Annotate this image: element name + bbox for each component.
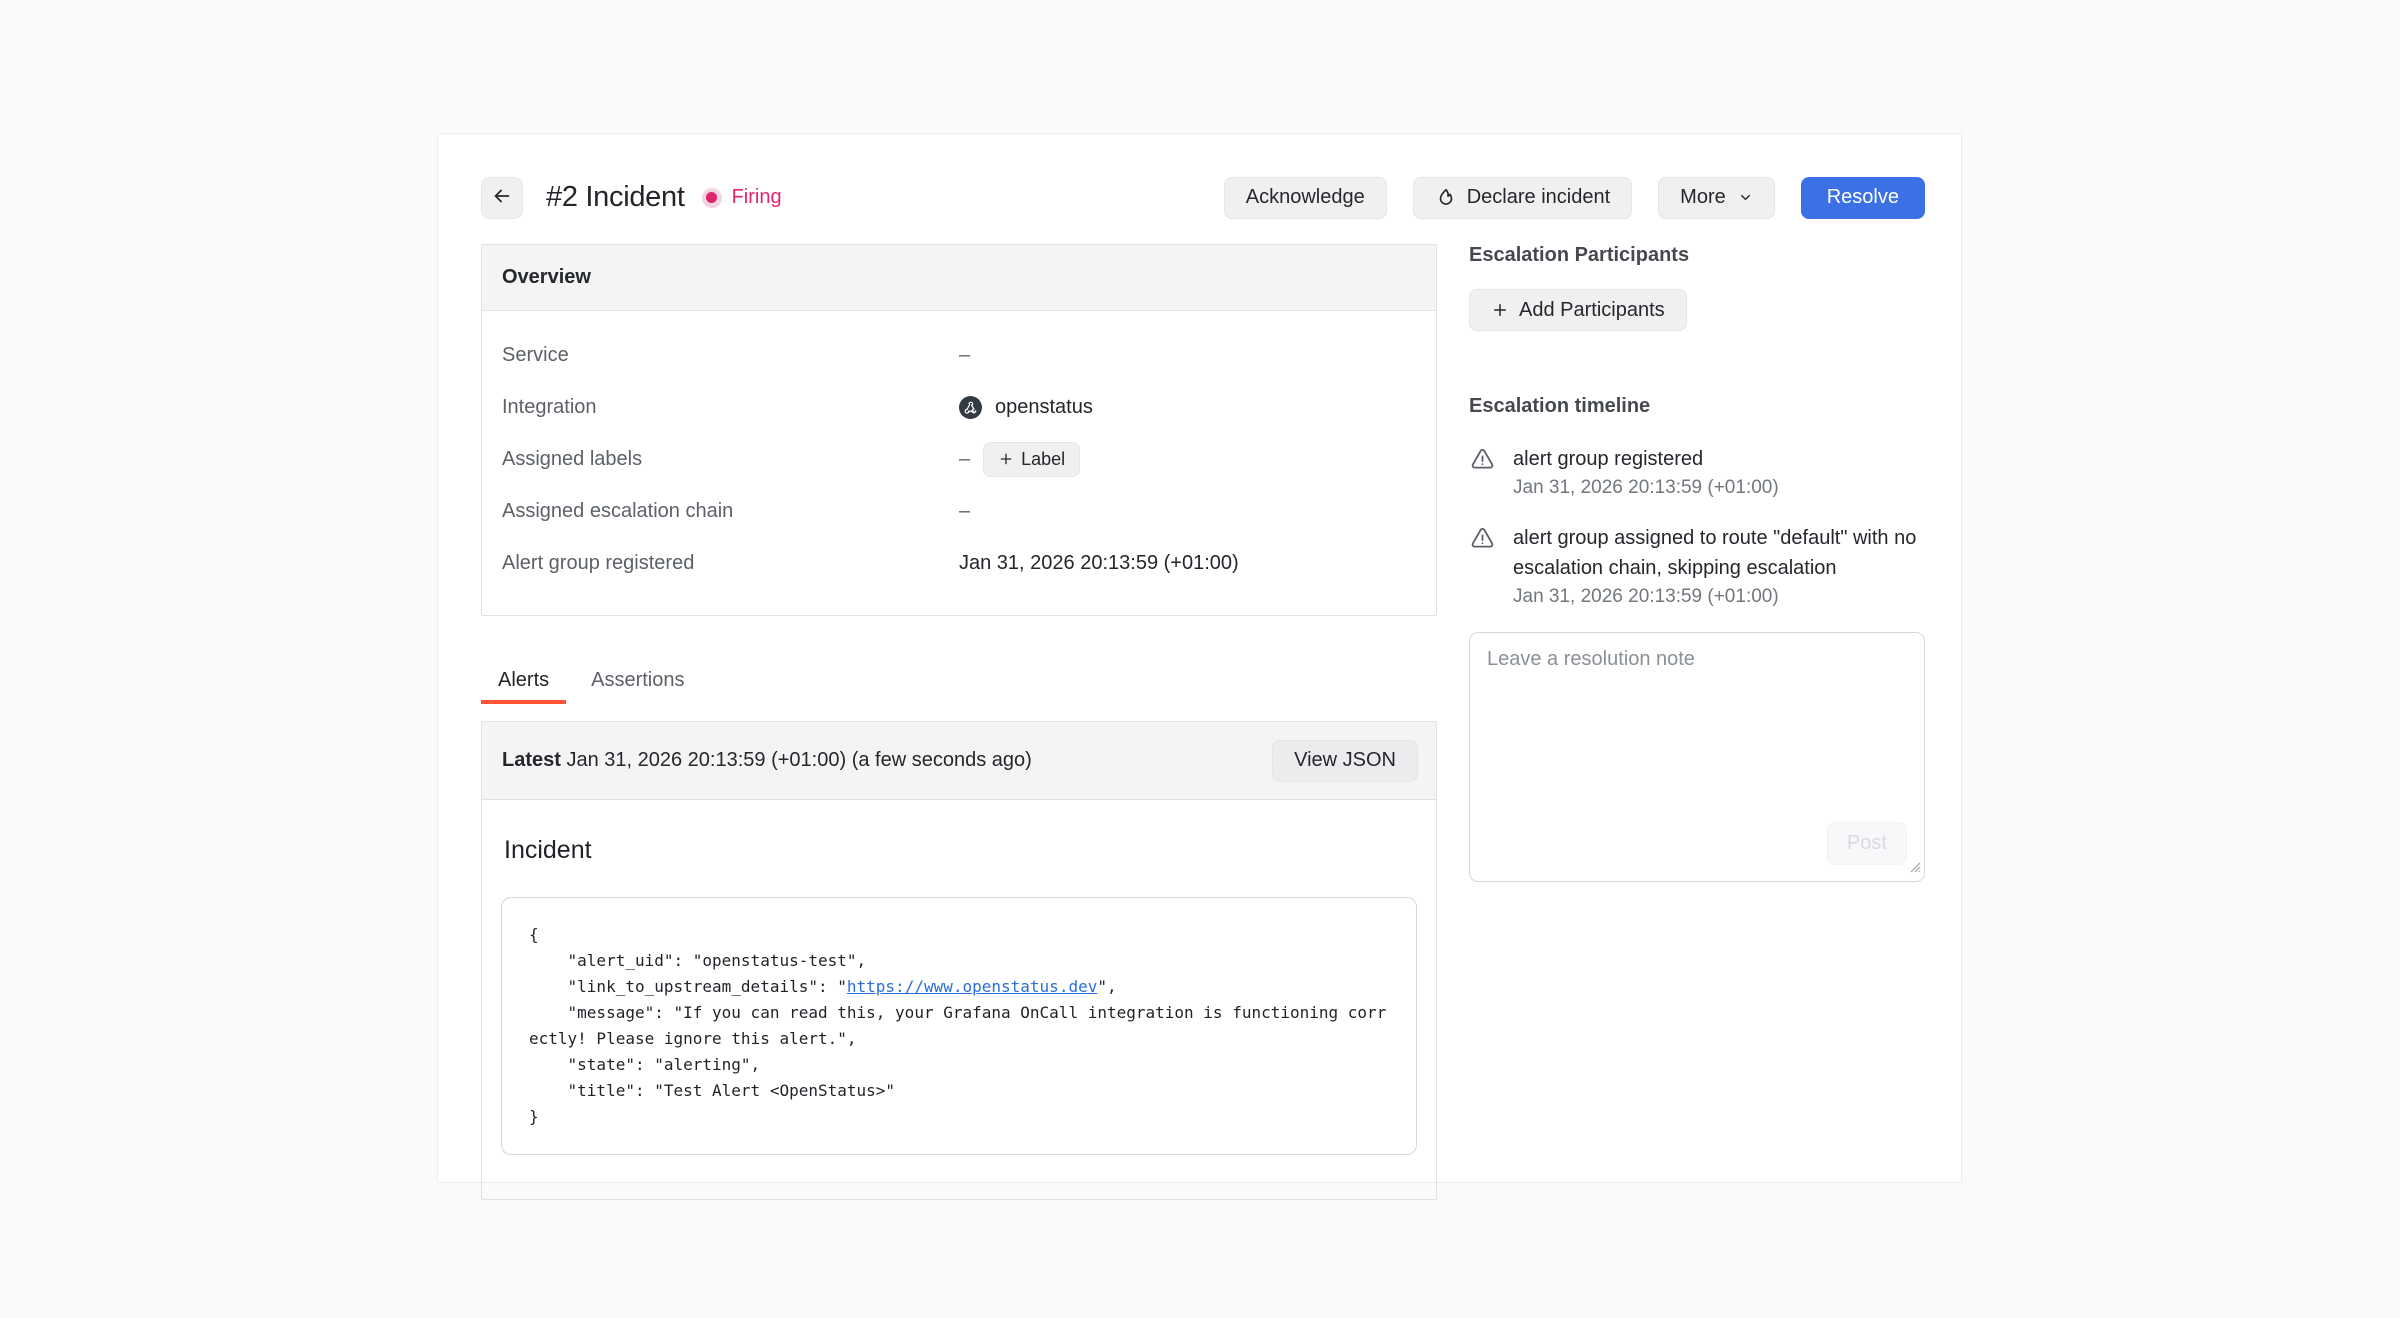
timeline-item: alert group assigned to route "default" … (1469, 523, 1925, 608)
row-label: Alert group registered (502, 552, 959, 575)
timeline-item-text: alert group assigned to route "default" … (1513, 523, 1925, 583)
chevron-down-icon (1738, 190, 1753, 205)
status-badge: Firing (702, 186, 782, 209)
post-note-button[interactable]: Post (1827, 822, 1907, 865)
firing-dot-icon (702, 188, 722, 208)
row-value: – (959, 500, 970, 523)
row-value: – (959, 448, 970, 471)
payload-line: "message": "If you can read this, your G… (529, 1000, 1389, 1052)
timeline-item-text: alert group registered (1513, 444, 1779, 474)
overview-row-integration: Integration openstatus (502, 381, 1416, 433)
overview-row-escalation-chain: Assigned escalation chain – (502, 485, 1416, 537)
participants-title: Escalation Participants (1469, 244, 1925, 267)
warning-triangle-icon (1469, 446, 1496, 499)
payload-line: "title": "Test Alert <OpenStatus>" (529, 1078, 1389, 1104)
integration-name: openstatus (995, 396, 1093, 419)
row-label: Integration (502, 396, 959, 419)
page-header: #2 Incident Firing Acknowledge Declare i… (481, 176, 1925, 219)
latest-alert-card: Latest Jan 31, 2026 20:13:59 (+01:00) (a… (481, 721, 1437, 1200)
timeline-item-time: Jan 31, 2026 20:13:59 (+01:00) (1513, 477, 1779, 499)
webhook-icon (959, 396, 982, 419)
header-actions: Acknowledge Declare incident More Resolv… (1224, 177, 1925, 219)
row-value: – (959, 344, 970, 367)
add-label-button[interactable]: Label (983, 442, 1080, 477)
payload-line: "state": "alerting", (529, 1052, 1389, 1078)
escalation-sidebar: Escalation Participants Add Participants… (1469, 244, 1925, 1200)
overview-row-assigned-labels: Assigned labels – Label (502, 433, 1416, 485)
plus-icon (998, 451, 1014, 467)
timeline-item-time: Jan 31, 2026 20:13:59 (+01:00) (1513, 586, 1925, 608)
latest-alert-timestamp: Latest Jan 31, 2026 20:13:59 (+01:00) (a… (502, 749, 1032, 772)
timeline-item: alert group registered Jan 31, 2026 20:1… (1469, 444, 1925, 499)
add-participants-button[interactable]: Add Participants (1469, 289, 1687, 331)
overview-row-service: Service – (502, 329, 1416, 381)
back-button[interactable] (481, 177, 523, 219)
payload-line: { (529, 922, 1389, 948)
escalation-timeline: alert group registered Jan 31, 2026 20:1… (1469, 444, 1925, 608)
row-value: Jan 31, 2026 20:13:59 (+01:00) (959, 552, 1239, 575)
tab-assertions[interactable]: Assertions (574, 661, 701, 704)
page-title: #2 Incident (546, 181, 685, 214)
warning-triangle-icon (1469, 525, 1496, 608)
incident-heading: Incident (504, 836, 1417, 865)
resize-grip-icon[interactable] (1906, 858, 1921, 878)
overview-row-alert-registered: Alert group registered Jan 31, 2026 20:1… (502, 537, 1416, 589)
alerts-tabs: Alerts Assertions (481, 661, 1437, 704)
alert-payload: { "alert_uid": "openstatus-test", "link_… (501, 897, 1417, 1155)
status-badge-label: Firing (732, 186, 782, 209)
view-json-button[interactable]: View JSON (1272, 740, 1418, 782)
upstream-details-link[interactable]: https://www.openstatus.dev (847, 977, 1097, 996)
row-label: Assigned escalation chain (502, 500, 959, 523)
tab-alerts[interactable]: Alerts (481, 661, 566, 704)
plus-icon (1491, 301, 1509, 319)
incident-detail-panel: #2 Incident Firing Acknowledge Declare i… (437, 133, 1962, 1183)
payload-line: "link_to_upstream_details": "https://www… (529, 974, 1389, 1000)
flame-icon (1435, 187, 1457, 209)
overview-card: Overview Service – Integration (481, 244, 1437, 616)
acknowledge-button[interactable]: Acknowledge (1224, 177, 1387, 219)
overview-card-title: Overview (482, 245, 1436, 311)
resolve-button[interactable]: Resolve (1801, 177, 1925, 219)
more-button[interactable]: More (1658, 177, 1775, 219)
resolution-note-box: Post (1469, 632, 1925, 882)
latest-alert-header: Latest Jan 31, 2026 20:13:59 (+01:00) (a… (482, 722, 1436, 800)
row-label: Assigned labels (502, 448, 959, 471)
payload-line: } (529, 1104, 1389, 1130)
declare-incident-button[interactable]: Declare incident (1413, 177, 1632, 219)
timeline-title: Escalation timeline (1469, 395, 1925, 418)
arrow-left-icon (491, 185, 513, 210)
row-label: Service (502, 344, 959, 367)
payload-line: "alert_uid": "openstatus-test", (529, 948, 1389, 974)
